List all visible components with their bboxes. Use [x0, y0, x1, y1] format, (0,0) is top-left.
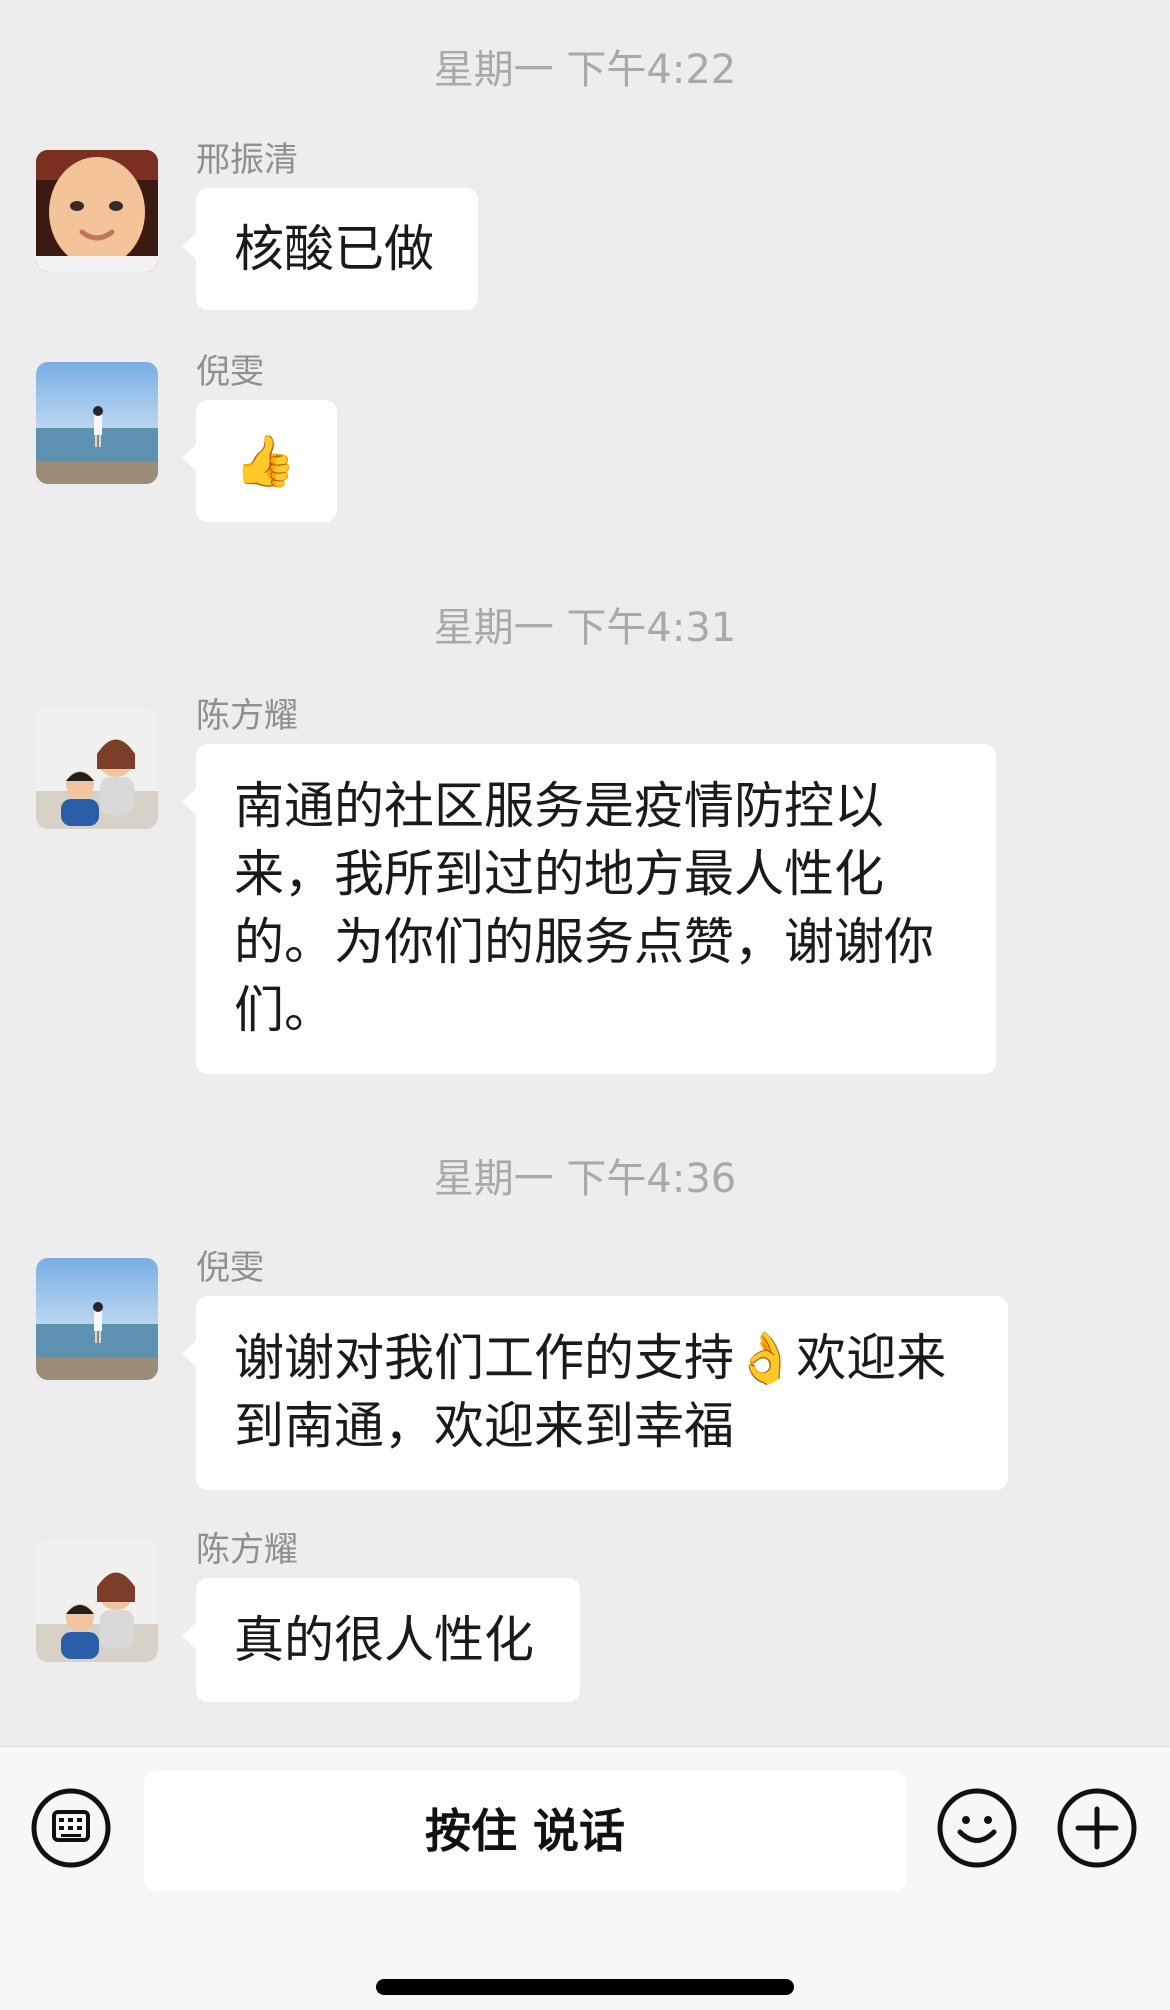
message-bubble[interactable]: 真的很人性化 [182, 1578, 580, 1702]
message-text: 南通的社区服务是疫情防控以来，我所到过的地方最人性化的。为你们的服务点赞，谢谢你… [234, 777, 934, 1039]
thumbs-up-message: 👍 [234, 432, 297, 490]
family-avatar[interactable] [36, 1540, 158, 1662]
beach-avatar[interactable] [36, 1258, 158, 1380]
message-bubble[interactable]: 核酸已做 [182, 188, 478, 310]
home-indicator [376, 1979, 794, 1995]
sender-name: 倪雯 [196, 1248, 264, 1288]
message-text: 谢谢对我们工作的支持👌欢迎来到南通，欢迎来到幸福 [234, 1329, 947, 1455]
message-text: 核酸已做 [234, 220, 434, 278]
sender-name: 陈方耀 [196, 696, 298, 736]
family-avatar[interactable] [36, 707, 158, 829]
emoji-icon[interactable] [936, 1787, 1018, 1869]
beach-avatar[interactable] [36, 362, 158, 484]
chat-area[interactable]: 星期一 下午4:22 邢振清 核酸已做 倪雯 👍 星期一 下午4:31 陈方耀 … [0, 0, 1170, 1746]
sender-name: 倪雯 [196, 352, 264, 392]
sender-name: 陈方耀 [196, 1530, 298, 1570]
message-text: 真的很人性化 [234, 1611, 534, 1669]
hold-to-talk-button[interactable]: 按住 说话 [144, 1771, 906, 1891]
timestamp: 星期一 下午4:22 [433, 47, 737, 93]
timestamp: 星期一 下午4:36 [433, 1156, 737, 1202]
timestamp: 星期一 下午4:31 [433, 605, 737, 651]
message-bubble[interactable]: 南通的社区服务是疫情防控以来，我所到过的地方最人性化的。为你们的服务点赞，谢谢你… [182, 744, 996, 1074]
plus-icon[interactable] [1056, 1787, 1138, 1869]
baby-avatar[interactable] [36, 150, 158, 272]
sender-name: 邢振清 [196, 140, 298, 180]
message-bubble[interactable]: 👍 [182, 400, 337, 522]
keyboard-icon[interactable] [30, 1787, 112, 1869]
message-bubble[interactable]: 谢谢对我们工作的支持👌欢迎来到南通，欢迎来到幸福 [182, 1296, 1008, 1490]
input-bar: 按住 说话 [0, 1746, 1170, 2010]
